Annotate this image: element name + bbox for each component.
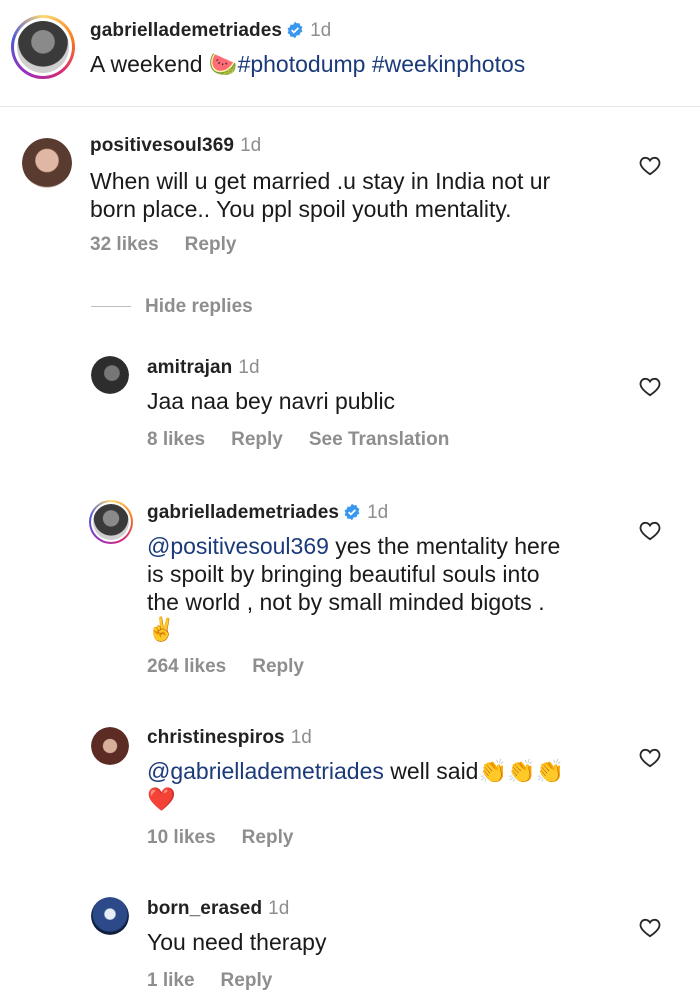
reply-text: @gabriellademetriades well said👏👏👏 ❤️ <box>147 757 564 814</box>
reply-username[interactable]: christinespiros <box>147 727 285 748</box>
mention-link[interactable]: @gabriellademetriades <box>147 758 384 784</box>
victory-hand-icon: ✌️ <box>147 617 176 643</box>
comment-header: positivesoul369 1d <box>90 135 261 157</box>
reply-meta: 8 likes Reply See Translation <box>147 429 475 451</box>
heart-icon[interactable] <box>639 748 661 768</box>
reply-username[interactable]: amitrajan <box>147 357 232 378</box>
post-author-line: gabriellademetriades 1d <box>90 20 331 42</box>
verified-badge-icon <box>287 21 303 39</box>
reply-meta: 264 likes Reply <box>147 656 330 678</box>
comment-username[interactable]: positivesoul369 <box>90 135 234 156</box>
reply-time: 1d <box>367 502 389 523</box>
likes-count[interactable]: 1 like <box>147 970 195 991</box>
heart-icon[interactable] <box>639 918 661 938</box>
likes-count[interactable]: 8 likes <box>147 429 205 450</box>
reply-meta: 1 like Reply <box>147 970 298 992</box>
reply-header: amitrajan 1d <box>147 357 260 379</box>
post-author-avatar[interactable] <box>11 15 75 79</box>
post-author-username[interactable]: gabriellademetriades <box>90 20 282 41</box>
verified-badge-icon <box>344 503 360 521</box>
post-time: 1d <box>310 20 332 41</box>
reply-button[interactable]: Reply <box>242 827 294 848</box>
reply-time: 1d <box>238 357 260 378</box>
reply-username[interactable]: born_erased <box>147 898 262 919</box>
reply-header: born_erased 1d <box>147 898 289 920</box>
caption-text: A weekend <box>90 51 203 77</box>
see-translation-button[interactable]: See Translation <box>309 429 449 450</box>
reply-text-line: is spoilt by bringing beautiful souls in… <box>147 561 540 587</box>
reply-username[interactable]: gabriellademetriades <box>147 502 339 523</box>
reply-avatar[interactable] <box>91 727 129 765</box>
reply-text-line: well said <box>383 758 479 784</box>
commenter-avatar[interactable] <box>22 138 72 188</box>
comment-meta: 32 likes Reply <box>90 234 262 256</box>
caption-hashtags[interactable]: #photodump #weekinphotos <box>238 51 526 77</box>
comment-text: When will u get married .u stay in India… <box>90 167 550 223</box>
watermelon-icon: 🍉 <box>208 52 238 78</box>
reply-text: Jaa naa bey navri public <box>147 388 396 414</box>
heart-icon[interactable] <box>639 521 661 541</box>
reply-meta: 10 likes Reply <box>147 827 319 849</box>
hide-replies-button[interactable]: Hide replies <box>145 296 253 318</box>
header-divider <box>0 106 700 107</box>
reply-text-line: the world , not by small minded bigots . <box>147 589 545 615</box>
comment-text-line: When will u get married .u stay in India… <box>90 168 551 194</box>
likes-count[interactable]: 10 likes <box>147 827 216 848</box>
red-heart-icon: ❤️ <box>147 787 176 813</box>
clapping-hands-icon: 👏👏👏 <box>478 759 565 785</box>
reply-text: @positivesoul369 yes the mentality here … <box>147 532 560 644</box>
reply-time: 1d <box>290 727 312 748</box>
post-caption: A weekend 🍉#photodump #weekinphotos <box>90 50 525 79</box>
reply-header: gabriellademetriades 1d <box>147 502 388 524</box>
reply-avatar[interactable] <box>89 500 133 544</box>
reply-avatar[interactable] <box>91 897 129 935</box>
reply-button[interactable]: Reply <box>252 656 304 677</box>
likes-count[interactable]: 32 likes <box>90 234 159 255</box>
reply-text-line: yes the mentality here <box>328 533 561 559</box>
heart-icon[interactable] <box>639 156 661 176</box>
mention-link[interactable]: @positivesoul369 <box>147 533 329 559</box>
reply-button[interactable]: Reply <box>185 234 237 255</box>
likes-count[interactable]: 264 likes <box>147 656 226 677</box>
comment-text-line: born place.. You ppl spoil youth mentali… <box>90 196 512 222</box>
reply-header: christinespiros 1d <box>147 727 312 749</box>
heart-icon[interactable] <box>639 377 661 397</box>
reply-time: 1d <box>268 898 290 919</box>
hide-replies-line <box>91 306 131 307</box>
comment-time: 1d <box>240 135 262 156</box>
reply-text: You need therapy <box>147 929 327 955</box>
reply-button[interactable]: Reply <box>231 429 283 450</box>
reply-button[interactable]: Reply <box>221 970 273 991</box>
reply-avatar[interactable] <box>91 356 129 394</box>
